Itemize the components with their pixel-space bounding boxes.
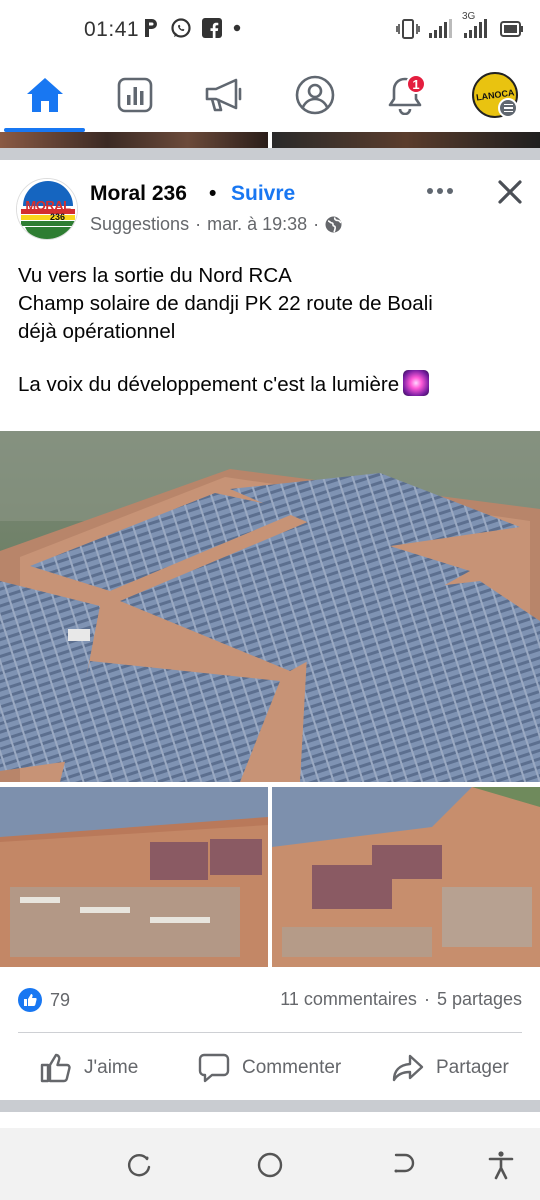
nav-notifications[interactable]: 1	[378, 72, 432, 118]
reaction-count: 79	[50, 989, 71, 1010]
dot-icon	[233, 24, 241, 32]
more-options-button[interactable]	[422, 178, 458, 204]
reactions-summary[interactable]: 79	[18, 988, 70, 1012]
shares-count[interactable]: 5 partages	[437, 989, 522, 1010]
megaphone-icon	[205, 78, 242, 112]
more-dot-icon	[437, 188, 443, 194]
menu-hamburger-icon	[498, 98, 518, 118]
nav-home[interactable]	[18, 72, 72, 118]
nav-menu[interactable]: LANOCA	[468, 72, 522, 118]
battery-icon	[500, 21, 523, 37]
like-icon	[40, 1053, 71, 1083]
comment-button[interactable]: Commenter	[198, 1050, 341, 1086]
avatar-text-bottom: 236	[49, 212, 65, 222]
avatar-text-top: MORAL	[25, 198, 71, 213]
previous-post-image[interactable]	[272, 132, 540, 148]
author-avatar[interactable]: MORAL 236	[16, 178, 78, 240]
comments-count[interactable]: 11 commentaires	[280, 989, 417, 1010]
like-label: J'aime	[84, 1057, 139, 1078]
status-time: 01:41	[84, 18, 140, 41]
notification-badge: 1	[406, 74, 426, 94]
post-image-substation-right[interactable]	[272, 787, 540, 967]
fireworks-emoji-icon	[403, 370, 430, 396]
network-3g: 3G	[462, 11, 492, 40]
post-timestamp[interactable]: mar. à 19:38	[207, 214, 307, 235]
top-navigation: 1 LANOCA	[0, 62, 540, 132]
whatsapp-icon	[171, 18, 191, 38]
post-text-line-last: La voix du développement c'est la lumièr…	[18, 370, 528, 399]
status-notification-icons	[142, 17, 242, 39]
comment-label: Commenter	[242, 1057, 342, 1078]
feeds-icon	[117, 77, 153, 113]
meta-dot: ·	[195, 214, 202, 234]
feed-post: MORAL 236 Moral 236 • Suivre Suggestions…	[0, 160, 540, 1100]
comment-icon	[198, 1053, 230, 1083]
like-button[interactable]: J'aime	[40, 1050, 138, 1086]
divider	[18, 1032, 522, 1033]
globe-icon	[325, 216, 342, 233]
header-separator: •	[209, 182, 217, 205]
engagement-stats: 11 commentaires · 5 partages	[280, 989, 522, 1010]
nav-profile[interactable]	[288, 72, 342, 118]
post-text: Vu vers la sortie du Nord RCA Champ sola…	[18, 262, 528, 399]
share-label: Partager	[436, 1057, 509, 1078]
substation-photo	[272, 787, 540, 967]
meta-source: Suggestions	[90, 214, 190, 234]
back-icon[interactable]	[388, 1150, 418, 1180]
feed-separator	[0, 148, 540, 160]
post-text-line: La voix du développement c'est la lumièr…	[18, 373, 400, 396]
author-name[interactable]: Moral 236	[90, 182, 187, 206]
previous-post-images[interactable]	[0, 132, 540, 148]
home-icon	[27, 78, 63, 112]
status-system-icons: 3G	[396, 11, 524, 40]
parking-icon	[145, 19, 157, 37]
nav-feeds[interactable]	[108, 72, 162, 118]
like-reaction-icon	[18, 988, 42, 1012]
post-image-main[interactable]	[0, 431, 540, 782]
share-icon	[392, 1054, 424, 1082]
system-navigation-bar	[0, 1128, 540, 1200]
post-image-substation-left[interactable]	[0, 787, 268, 967]
more-dot-icon	[447, 188, 453, 194]
post-meta: Suggestions · mar. à 19:38 ·	[90, 214, 342, 235]
mobile-signal-icon	[464, 19, 487, 38]
home-button-icon[interactable]	[255, 1150, 285, 1180]
next-post-top	[0, 1112, 540, 1128]
post-text-line: Vu vers la sortie du Nord RCA	[18, 264, 292, 287]
share-button[interactable]: Partager	[392, 1050, 509, 1086]
follow-button[interactable]: Suivre	[231, 182, 295, 206]
solar-farm-photo	[0, 431, 540, 782]
more-dot-icon	[427, 188, 433, 194]
status-bar: 01:41 3G	[0, 0, 540, 62]
substation-photo	[0, 787, 268, 967]
close-icon[interactable]	[494, 176, 526, 208]
vibrate-icon	[396, 19, 420, 39]
accessibility-icon[interactable]	[486, 1150, 516, 1180]
profile-icon	[295, 75, 335, 115]
nav-news[interactable]	[198, 72, 252, 118]
signal-icon	[429, 19, 452, 38]
feed-separator	[0, 1100, 540, 1112]
recent-apps-icon[interactable]	[124, 1150, 154, 1180]
previous-post-image[interactable]	[0, 132, 268, 148]
post-text-line: Champ solaire de dandji PK 22 route de B…	[18, 292, 433, 315]
stats-dot: ·	[423, 989, 430, 1009]
meta-dot: ·	[313, 214, 320, 234]
post-text-line: déjà opérationnel	[18, 320, 176, 343]
facebook-icon	[202, 18, 222, 38]
